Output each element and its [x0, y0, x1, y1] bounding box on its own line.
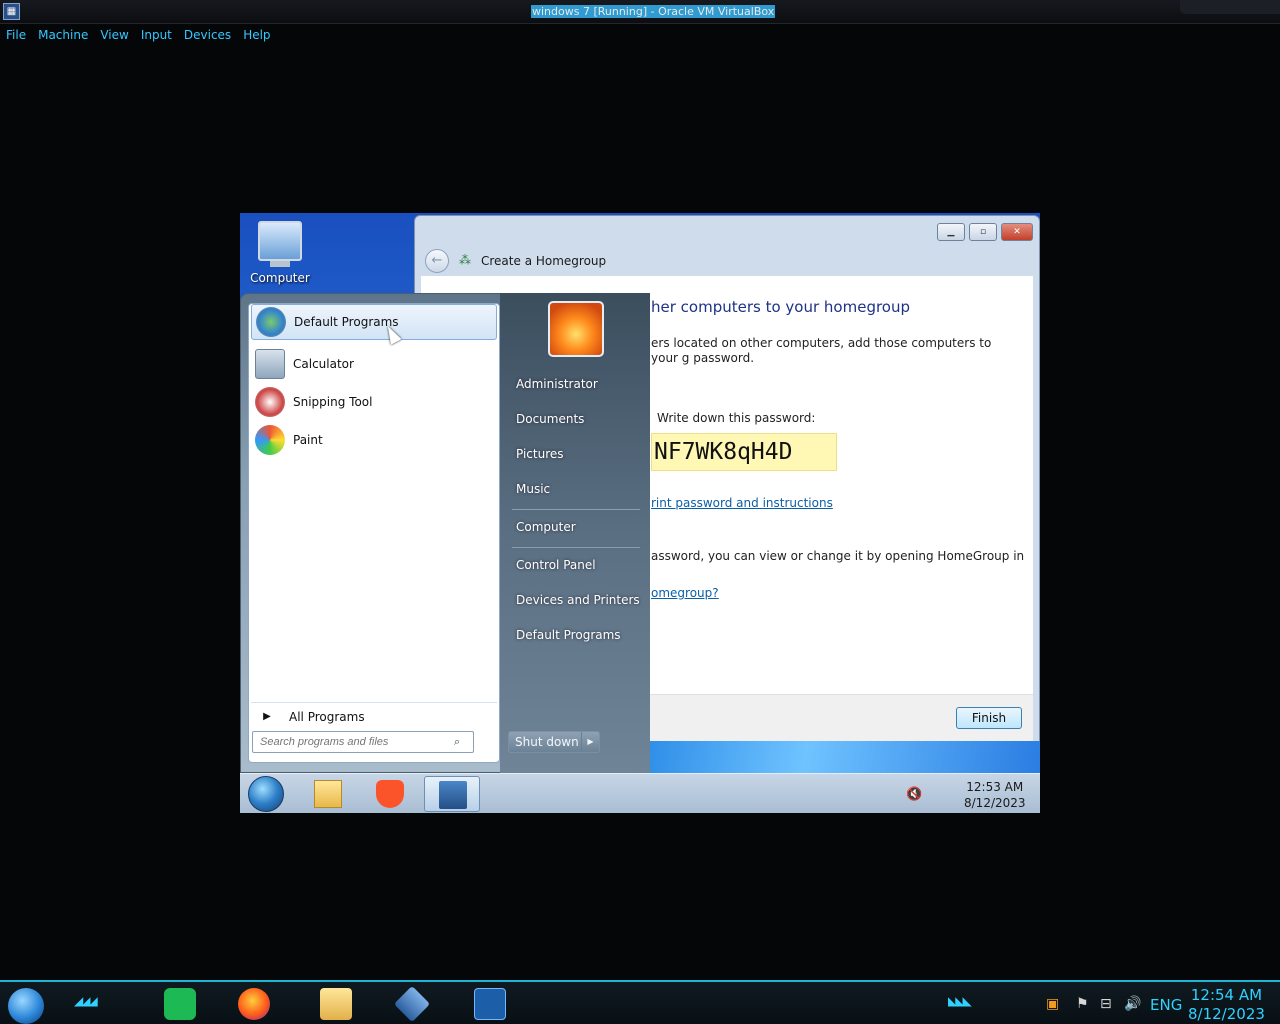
- start-search-input[interactable]: [252, 731, 474, 753]
- decorative-chevrons-icon: ◣◣◣: [948, 994, 972, 1008]
- volume-icon[interactable]: 🔊: [1124, 996, 1141, 1012]
- all-programs-button[interactable]: ▶ All Programs: [251, 702, 497, 730]
- shutdown-options-arrow-icon[interactable]: ▶: [581, 732, 599, 752]
- speaker-muted-icon[interactable]: 🔇: [906, 787, 922, 802]
- program-label: Snipping Tool: [293, 395, 373, 409]
- start-item-pictures[interactable]: Pictures: [516, 447, 564, 461]
- host-app-spotify[interactable]: [164, 988, 196, 1020]
- calculator-icon: [255, 349, 285, 379]
- program-label: Paint: [293, 433, 323, 447]
- homegroup-control-panel-icon: [439, 781, 467, 809]
- program-default-programs[interactable]: Default Programs: [251, 304, 497, 340]
- host-taskbar: ◢◢◢ ◣◣◣ ▣ ⚑ ⊟ 🔊 ENG 12:54 AM 8/12/2023: [0, 980, 1280, 1024]
- menu-view[interactable]: View: [94, 25, 134, 45]
- program-paint[interactable]: Paint: [251, 422, 497, 458]
- start-menu-right-pane: Administrator Documents Pictures Music C…: [500, 293, 650, 773]
- host-app-windows7-vm[interactable]: [474, 988, 506, 1020]
- start-item-administrator[interactable]: Administrator: [516, 377, 598, 391]
- menu-help[interactable]: Help: [237, 25, 276, 45]
- network-icon[interactable]: ⊟: [1100, 996, 1112, 1012]
- window-controls: ▁ ▫ ✕: [937, 223, 1033, 241]
- vm-clock[interactable]: 12:53 AM 8/12/2023: [964, 779, 1026, 811]
- start-item-default-programs[interactable]: Default Programs: [516, 628, 621, 642]
- start-item-devices-printers[interactable]: Devices and Printers: [516, 593, 640, 607]
- brave-icon: [376, 780, 404, 808]
- start-item-computer[interactable]: Computer: [516, 520, 576, 534]
- desktop-computer-label: Computer: [250, 271, 310, 285]
- menu-devices[interactable]: Devices: [178, 25, 237, 45]
- host-clock[interactable]: 12:54 AM 8/12/2023: [1188, 986, 1265, 1024]
- program-label: Default Programs: [294, 315, 399, 329]
- flag-icon[interactable]: ⚑: [1076, 996, 1089, 1012]
- host-menu-bar: File Machine View Input Devices Help: [0, 25, 277, 45]
- vm-screen[interactable]: Computer ▁ ▫ ✕ ← ⁂ Create a Homegroup he…: [240, 213, 1040, 813]
- decorative-chevrons-icon: ◢◢◢: [74, 994, 98, 1008]
- search-icon[interactable]: ⌕: [454, 735, 460, 749]
- start-right-divider: [512, 509, 640, 510]
- user-avatar[interactable]: [548, 301, 604, 357]
- start-orb-icon[interactable]: [248, 776, 284, 812]
- homegroup-nav-title: Create a Homegroup: [481, 254, 607, 268]
- homegroup-icon: ⁂: [459, 253, 471, 267]
- taskbar-brave[interactable]: [362, 776, 418, 812]
- menu-machine[interactable]: Machine: [32, 25, 94, 45]
- homegroup-heading: her computers to your homegroup: [651, 298, 911, 316]
- shutdown-button-group: Shut down ▶: [508, 731, 600, 753]
- start-menu-programs-pane: Default Programs Calculator Snipping Too…: [248, 303, 500, 763]
- desktop-computer-shortcut[interactable]: Computer: [250, 221, 310, 291]
- homegroup-password: NF7WK8qH4D: [651, 433, 837, 471]
- computer-icon: [258, 221, 302, 267]
- desktop-wallpaper-stripe: [650, 741, 1040, 773]
- program-snipping-tool[interactable]: Snipping Tool: [251, 384, 497, 420]
- taskbar-homegroup[interactable]: [424, 776, 480, 812]
- program-label: Calculator: [293, 357, 354, 371]
- menu-input[interactable]: Input: [135, 25, 178, 45]
- homegroup-help-link[interactable]: omegroup?: [651, 586, 719, 600]
- host-app-file-manager[interactable]: [320, 988, 352, 1020]
- print-password-link[interactable]: rint password and instructions: [651, 496, 833, 510]
- homegroup-instructions: ers located on other computers, add thos…: [651, 336, 992, 365]
- close-button[interactable]: ✕: [1001, 223, 1033, 241]
- maximize-button[interactable]: ▫: [969, 223, 997, 241]
- write-down-label: Write down this password:: [657, 411, 816, 425]
- back-arrow-icon[interactable]: ←: [425, 249, 449, 273]
- start-item-music[interactable]: Music: [516, 482, 550, 496]
- host-title-bar: ▦ windows 7 [Running] - Oracle VM Virtua…: [0, 0, 1280, 24]
- host-clock-date: 8/12/2023: [1188, 1005, 1265, 1023]
- homegroup-nav-bar: ← ⁂ Create a Homegroup: [415, 244, 1039, 278]
- start-menu: Administrator Documents Pictures Music C…: [240, 293, 650, 773]
- host-window-controls[interactable]: [1180, 0, 1280, 14]
- minimize-button[interactable]: ▁: [937, 223, 965, 241]
- vm-clock-date: 8/12/2023: [964, 796, 1026, 810]
- chevron-right-icon: ▶: [263, 711, 271, 722]
- shutdown-button[interactable]: Shut down: [509, 732, 581, 752]
- program-calculator[interactable]: Calculator: [251, 346, 497, 382]
- vm-taskbar: 🔇 12:53 AM 8/12/2023: [240, 773, 1040, 813]
- keyboard-language[interactable]: ENG: [1150, 996, 1182, 1014]
- host-window-title: windows 7 [Running] - Oracle VM VirtualB…: [531, 5, 776, 18]
- start-item-documents[interactable]: Documents: [516, 412, 584, 426]
- folder-icon: [314, 780, 342, 808]
- host-app-virtualbox[interactable]: [393, 985, 431, 1023]
- homegroup-change-note: assword, you can view or change it by op…: [651, 549, 1025, 563]
- taskbar-explorer[interactable]: [300, 776, 356, 812]
- update-notifier-icon[interactable]: ▣: [1046, 996, 1059, 1012]
- menu-file[interactable]: File: [0, 25, 32, 45]
- all-programs-label: All Programs: [289, 709, 365, 724]
- default-programs-icon: [256, 307, 286, 337]
- vm-clock-time: 12:53 AM: [966, 780, 1024, 794]
- finish-button[interactable]: Finish: [956, 707, 1022, 729]
- start-right-divider: [512, 547, 640, 548]
- host-app-firefox[interactable]: [238, 988, 270, 1020]
- virtualbox-app-icon[interactable]: ▦: [3, 3, 20, 20]
- start-item-control-panel[interactable]: Control Panel: [516, 558, 596, 572]
- snipping-tool-icon: [255, 387, 285, 417]
- host-clock-time: 12:54 AM: [1190, 986, 1263, 1004]
- paint-icon: [255, 425, 285, 455]
- host-start-orb-icon[interactable]: [8, 988, 44, 1024]
